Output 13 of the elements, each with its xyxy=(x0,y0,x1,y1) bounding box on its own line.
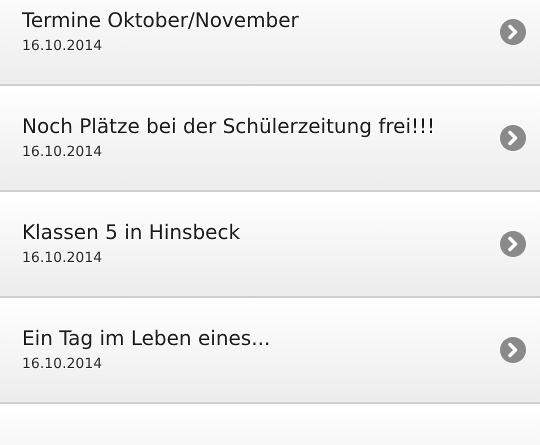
list-item[interactable]: Termine Oktober/November 16.10.2014 xyxy=(0,0,540,86)
chevron-icon xyxy=(500,19,526,45)
item-date: 16.10.2014 xyxy=(22,248,104,268)
chevron-icon xyxy=(500,231,526,257)
chevron-icon xyxy=(500,125,526,151)
item-date: 16.10.2014 xyxy=(22,142,104,162)
chevron-icon xyxy=(500,337,526,363)
item-title: Noch Plätze bei der Schülerzeitung frei!!! xyxy=(22,114,436,138)
item-date: 16.10.2014 xyxy=(22,36,104,56)
item-date: 16.10.2014 xyxy=(22,354,104,374)
item-title: Ein Tag im Leben eines... xyxy=(22,326,272,350)
item-title: Termine Oktober/November xyxy=(22,8,300,32)
item-title: Klassen 5 in Hinsbeck xyxy=(22,220,242,244)
